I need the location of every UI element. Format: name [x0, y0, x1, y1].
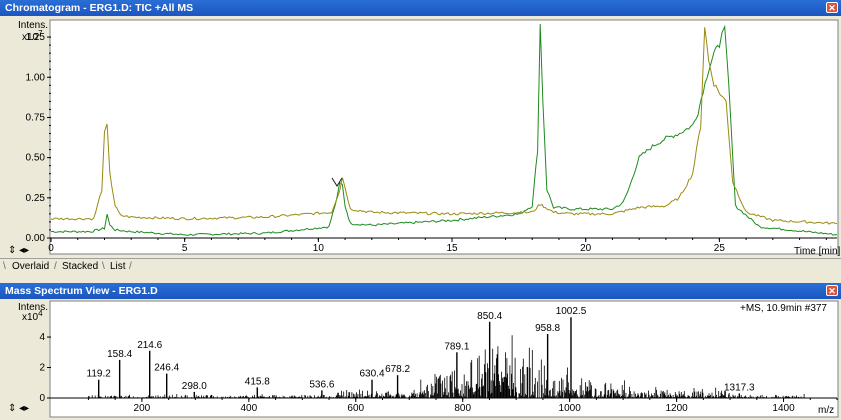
mz-tick-label: 400 — [240, 403, 257, 414]
peak-label: 850.4 — [477, 311, 502, 322]
tab-separator: / — [129, 261, 132, 272]
chromatogram-ylabel: Intens. — [18, 20, 48, 31]
chromatogram-tabs: \ Overlaid / Stacked \ List / — [0, 258, 841, 276]
mz-tick-label: 600 — [347, 403, 364, 414]
mz-tick-label: 1200 — [665, 403, 688, 414]
peak-label: 789.1 — [444, 341, 469, 352]
mz-tick-label: 200 — [134, 403, 151, 414]
tab-stacked[interactable]: Stacked — [58, 260, 102, 274]
peak-label: 214.6 — [137, 340, 162, 351]
peak-label: 158.4 — [107, 349, 132, 360]
mz-tick-label: 1400 — [772, 403, 795, 414]
y-tick-label: 1.00 — [26, 72, 46, 83]
peak-label: 630.4 — [360, 369, 385, 380]
y-tick-label: 0.75 — [26, 112, 46, 123]
y-tick-label: 0.00 — [26, 233, 46, 244]
chromatogram-scroll-icon[interactable]: ⇕ ◂▸ — [8, 245, 29, 256]
x-tick-label: 20 — [580, 243, 592, 254]
mz-tick-label: 1000 — [559, 403, 582, 414]
x-tick-label: 5 — [182, 243, 188, 254]
spectrum-xlabel: m/z — [818, 405, 834, 416]
chromatogram-titlebar: Chromatogram - ERG1.D: TIC +All MS ✕ — [0, 0, 841, 16]
peak-label: 1317.3 — [724, 382, 755, 393]
tab-overlaid[interactable]: Overlaid — [8, 260, 53, 274]
peak-label: 298.0 — [182, 381, 207, 392]
peak-label: 958.8 — [535, 323, 560, 334]
y-tick-label: 0.50 — [26, 153, 46, 164]
intensity-tick-label: 0 — [39, 393, 45, 404]
spectrum-scroll-icon[interactable]: ⇕ ◂▸ — [8, 403, 29, 414]
y-tick-label: 0.25 — [26, 193, 46, 204]
peak-label: 1002.5 — [556, 306, 587, 317]
scan-info: +MS, 10.9min #377 — [740, 303, 827, 314]
peak-label: 119.2 — [87, 369, 112, 380]
y-tick-label: 1.25 — [26, 32, 46, 43]
spectrum-plot[interactable]: Intens. x104 +MS, 10.9min #377 m/z 200 40… — [0, 299, 841, 420]
tab-separator: \ — [3, 261, 6, 272]
peak-label: 678.2 — [385, 364, 410, 375]
chromatogram-close-icon[interactable]: ✕ — [826, 2, 838, 13]
tab-separator: / — [54, 261, 57, 272]
peak-label: 246.4 — [154, 363, 179, 374]
chromatogram-plot-area — [49, 19, 839, 255]
chromatogram-title: Chromatogram - ERG1.D: TIC +All MS — [5, 2, 194, 14]
tab-list[interactable]: List — [106, 260, 130, 274]
peak-label: 415.8 — [245, 376, 270, 387]
peak-label: 536.6 — [309, 379, 334, 390]
intensity-tick-label: 4 — [39, 332, 45, 343]
mz-tick-label: 800 — [454, 403, 471, 414]
spectrum-close-icon[interactable]: ✕ — [826, 285, 838, 296]
x-tick-label: 15 — [446, 243, 458, 254]
spectrum-title: Mass Spectrum View - ERG1.D — [5, 285, 158, 297]
x-tick-label: 10 — [313, 243, 325, 254]
intensity-tick-label: 2 — [39, 363, 45, 374]
chromatogram-xlabel: Time [min] — [794, 246, 841, 257]
x-tick-label: 0 — [48, 243, 54, 254]
x-tick-label: 25 — [714, 243, 726, 254]
tab-separator: \ — [102, 261, 105, 272]
spectrum-titlebar: Mass Spectrum View - ERG1.D ✕ — [0, 283, 841, 299]
chromatogram-plot[interactable]: Intens. x107 Time [min] 0 5 10 15 20 250.000.… — [0, 16, 841, 258]
